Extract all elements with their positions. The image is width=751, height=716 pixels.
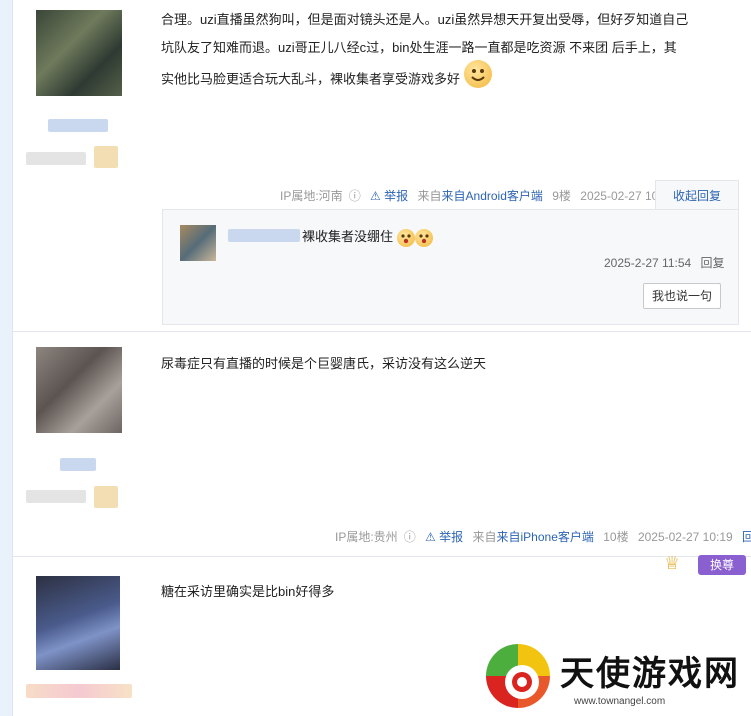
avatar[interactable] bbox=[36, 347, 122, 433]
post-content: 尿毒症只有直播的时候是个巨婴唐氏，采访没有这么逆天 bbox=[161, 352, 486, 375]
content-line: 实他比马脸更适合玩大乱斗，裸收集者享受游戏多好 bbox=[161, 71, 461, 87]
username[interactable] bbox=[48, 119, 108, 132]
level-badge bbox=[94, 146, 118, 168]
sub-reply-time: 2025-2-27 11:54 bbox=[604, 256, 692, 270]
content-line: 坑队友了知难而退。uzi哥正儿八经c过，bin处生涯一路一直都是吃资源 不来团 … bbox=[161, 40, 677, 55]
post-meta: IP属地:贵州 ⓘ ⚠ 举报 来自来自iPhone客户端 10楼 2025-02-… bbox=[335, 528, 751, 545]
crown-icon: ♕ bbox=[664, 553, 681, 573]
help-icon[interactable]: ⓘ bbox=[349, 189, 361, 203]
post-time: 2025-02-27 10:19 bbox=[637, 530, 733, 544]
reply-link[interactable]: 回复 bbox=[742, 530, 751, 544]
site-name: 天使游戏网 bbox=[560, 654, 740, 694]
site-logo-icon bbox=[486, 644, 550, 708]
content-line-3: 实他比马脸更适合玩大乱斗，裸收集者享受游戏多好 bbox=[161, 60, 688, 94]
floor-number: 9楼 bbox=[552, 189, 571, 203]
post-divider bbox=[12, 556, 751, 557]
sub-reply-reply-link[interactable]: 回复 bbox=[701, 256, 725, 270]
user-badges bbox=[26, 152, 86, 165]
sub-reply-meta: 2025-2-27 11:54 回复 bbox=[604, 254, 725, 271]
client-link[interactable]: 来自iPhone客户端 bbox=[497, 530, 594, 544]
help-icon[interactable]: ⓘ bbox=[404, 530, 416, 544]
client-source: 来自来自iPhone客户端 bbox=[472, 530, 594, 544]
site-url: www.townangel.com bbox=[574, 696, 666, 707]
say-something-button[interactable]: 我也说一句 bbox=[643, 283, 721, 309]
sub-reply-text: 裸收集者没绷住 bbox=[302, 229, 394, 244]
user-badges bbox=[26, 490, 86, 503]
ip-location: IP属地:河南 bbox=[280, 189, 343, 203]
left-sidebar-strip bbox=[0, 0, 13, 716]
report-label: 举报 bbox=[384, 189, 409, 203]
ip-location: IP属地:贵州 bbox=[335, 530, 398, 544]
collapse-replies-button[interactable]: 收起回复 bbox=[655, 180, 739, 211]
surprised-emoji-icon bbox=[414, 228, 433, 247]
sub-reply-avatar[interactable] bbox=[180, 225, 216, 261]
report-link[interactable]: ⚠ 举报 bbox=[425, 530, 463, 544]
level-badge bbox=[94, 486, 118, 508]
post-meta: IP属地:河南 ⓘ ⚠ 举报 来自来自Android客户端 9楼 2025-02-… bbox=[280, 187, 675, 204]
report-label: 举报 bbox=[439, 530, 464, 544]
vip-badge[interactable]: 换尊 bbox=[698, 555, 746, 575]
avatar[interactable] bbox=[36, 576, 120, 670]
content-line: 合理。uzi直播虽然狗叫，但是面对镜头还是人。uzi虽然异想天开复出受辱，但好歹… bbox=[161, 12, 689, 27]
username[interactable] bbox=[60, 458, 96, 471]
content-line: 糖在采访里确实是比bin好得多 bbox=[161, 584, 335, 599]
report-link[interactable]: ⚠ 举报 bbox=[370, 189, 408, 203]
smile-emoji-icon bbox=[463, 60, 492, 88]
avatar[interactable] bbox=[36, 10, 122, 96]
post-content: 糖在采访里确实是比bin好得多 bbox=[161, 580, 334, 603]
sub-reply-username[interactable] bbox=[228, 229, 300, 242]
post-content: 合理。uzi直播虽然狗叫，但是面对镜头还是人。uzi虽然异想天开复出受辱，但好歹… bbox=[161, 8, 688, 94]
sub-reply-content: 裸收集者没绷住 bbox=[302, 226, 433, 247]
username[interactable] bbox=[26, 684, 132, 698]
client-link[interactable]: 来自Android客户端 bbox=[442, 189, 543, 203]
floor-number: 10楼 bbox=[603, 530, 629, 544]
surprised-emoji-icon bbox=[396, 228, 415, 247]
site-watermark: 天使游戏网 www.townangel.com bbox=[476, 620, 751, 716]
client-source: 来自来自Android客户端 bbox=[417, 189, 543, 203]
content-line: 尿毒症只有直播的时候是个巨婴唐氏，采访没有这么逆天 bbox=[161, 356, 487, 371]
post-divider bbox=[12, 331, 751, 332]
